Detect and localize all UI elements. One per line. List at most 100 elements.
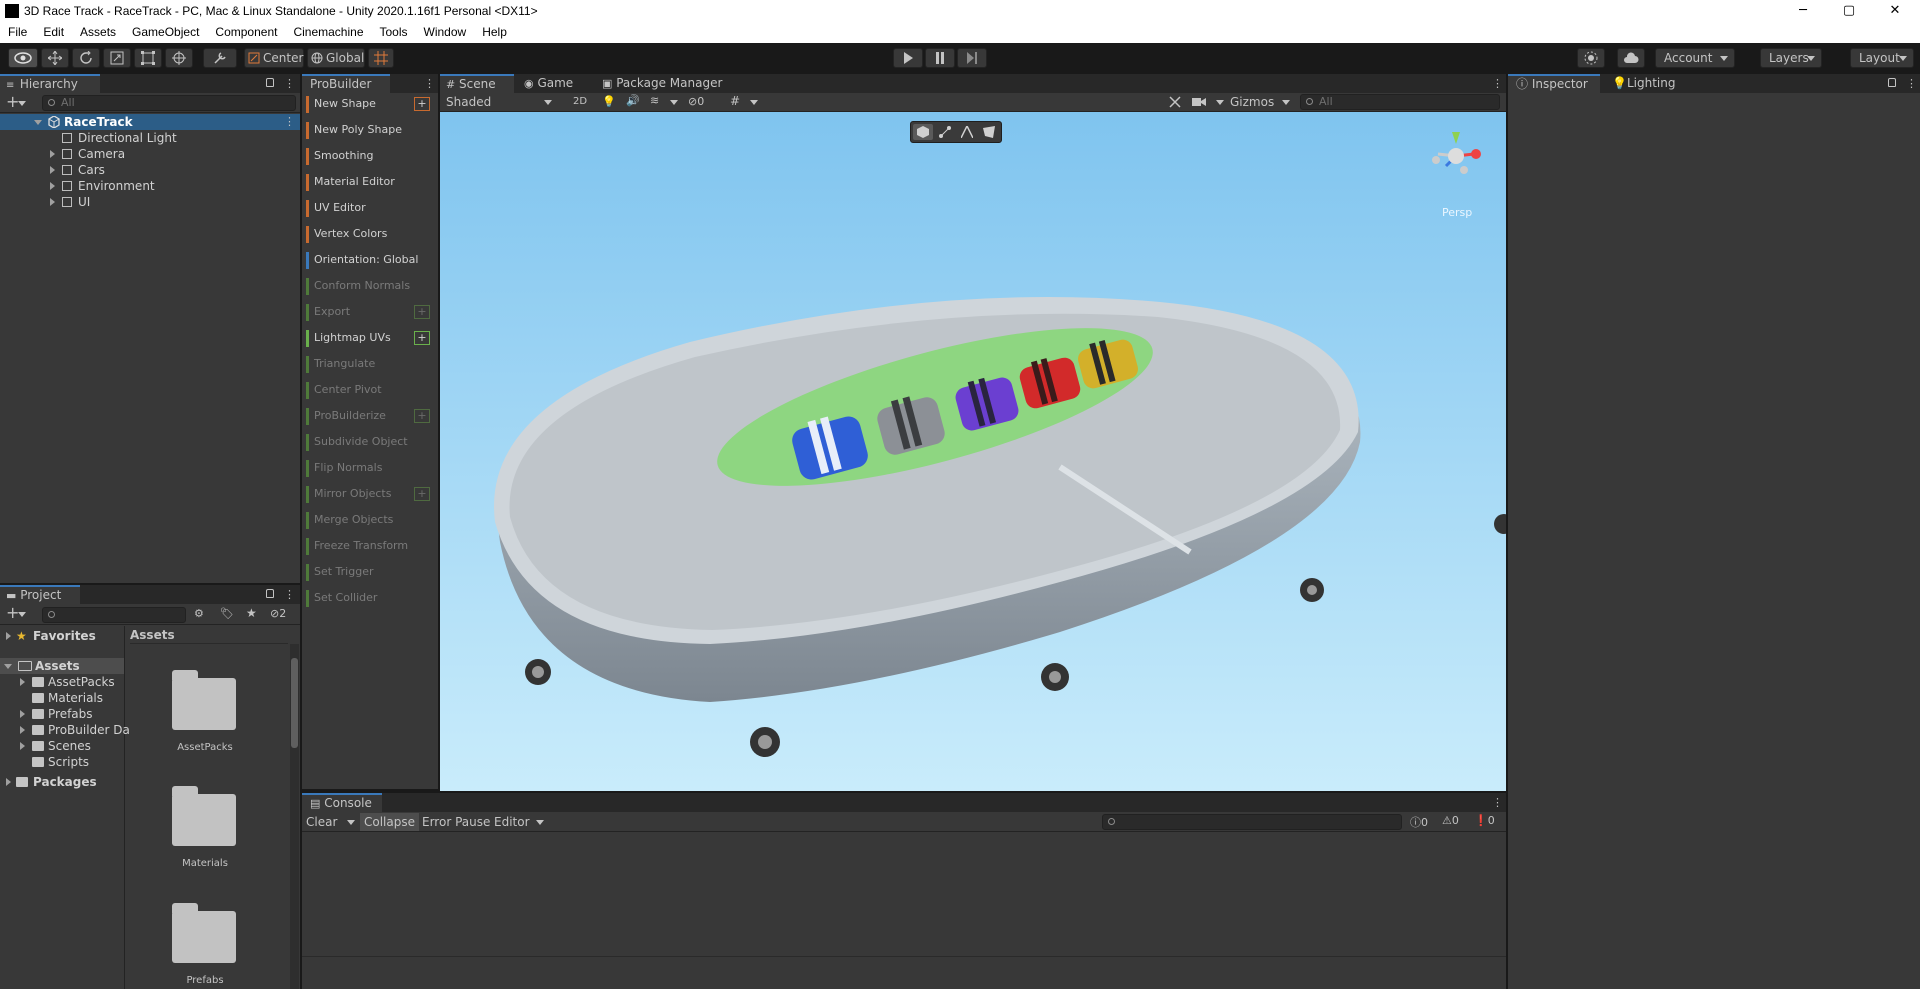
move-tool-button[interactable] xyxy=(41,48,69,68)
search-by-label-icon[interactable]: 🏷 xyxy=(220,607,234,620)
expand-arrow-icon[interactable] xyxy=(6,632,11,640)
kebab-menu-icon[interactable]: ⋮ xyxy=(1492,77,1503,90)
scrollbar-thumb[interactable] xyxy=(291,658,298,748)
probuilder-tool[interactable]: New Shape + xyxy=(306,94,436,114)
kebab-menu-icon[interactable]: ⋮ xyxy=(284,115,295,128)
chevron-down-icon[interactable] xyxy=(18,101,26,106)
object-mode-button[interactable] xyxy=(913,124,933,140)
expand-arrow-icon[interactable] xyxy=(50,166,55,174)
probuilder-tool[interactable]: Vertex Colors xyxy=(306,224,436,244)
kebab-menu-icon[interactable]: ⋮ xyxy=(1492,796,1503,809)
transform-tool-button[interactable] xyxy=(165,48,193,68)
probuilder-tool[interactable]: Conform Normals xyxy=(306,276,436,296)
probuilder-tool[interactable]: Mirror Objects + xyxy=(306,484,436,504)
custom-tool-button[interactable] xyxy=(203,48,237,68)
probuilder-tool[interactable]: Merge Objects xyxy=(306,510,436,530)
chevron-down-icon[interactable] xyxy=(347,820,355,825)
shading-mode-dropdown[interactable]: Shaded xyxy=(442,94,558,110)
tree-row-packages[interactable]: Packages xyxy=(0,774,124,790)
menu-edit[interactable]: Edit xyxy=(35,22,72,39)
search-by-type-icon[interactable]: ⚙ xyxy=(194,607,204,620)
play-button[interactable] xyxy=(893,48,923,68)
camera-dropdown[interactable] xyxy=(1192,94,1224,110)
tool-options-button[interactable]: + xyxy=(414,487,430,501)
probuilder-tool[interactable]: UV Editor xyxy=(306,198,436,218)
tree-row[interactable]: UI xyxy=(0,194,300,210)
asset-folder-icon[interactable] xyxy=(172,670,236,730)
tab-inspector[interactable]: ⓘ Inspector xyxy=(1508,74,1600,93)
probuilder-tool[interactable]: Smoothing xyxy=(306,146,436,166)
editor-dropdown[interactable]: Editor xyxy=(494,814,544,830)
console-search-input[interactable] xyxy=(1102,814,1402,830)
warning-count-toggle[interactable]: ⚠0 xyxy=(1442,814,1459,827)
tree-row-asset-folder[interactable]: Scenes xyxy=(0,738,124,754)
tree-row-scene[interactable]: RaceTrack ⋮ xyxy=(0,114,300,130)
probuilder-tool[interactable]: Set Collider xyxy=(306,588,436,608)
view-tool-button[interactable] xyxy=(8,48,38,68)
layout-dropdown[interactable]: Layout xyxy=(1850,48,1914,68)
probuilder-tool[interactable]: ProBuilderize + xyxy=(306,406,436,426)
2d-toggle-button[interactable]: 2D xyxy=(568,94,592,110)
asset-folder-icon[interactable] xyxy=(172,903,236,963)
menu-assets[interactable]: Assets xyxy=(72,22,124,39)
expand-arrow-icon[interactable] xyxy=(4,664,12,669)
pivot-rotation-button[interactable]: Global xyxy=(307,48,365,68)
grid-dropdown[interactable]: # xyxy=(730,94,758,110)
expand-arrow-icon[interactable] xyxy=(34,120,42,125)
expand-arrow-icon[interactable] xyxy=(20,678,25,686)
close-button[interactable]: ✕ xyxy=(1872,0,1918,22)
audio-toggle-icon[interactable]: 🔊 xyxy=(626,94,640,108)
effects-dropdown[interactable]: ≋ xyxy=(650,94,678,110)
menu-tools[interactable]: Tools xyxy=(372,22,416,39)
layers-dropdown[interactable]: Layers xyxy=(1760,48,1822,68)
face-mode-button[interactable] xyxy=(979,124,999,140)
cloud-button[interactable] xyxy=(1617,48,1645,68)
probuilder-tool[interactable]: Material Editor xyxy=(306,172,436,192)
breadcrumb[interactable]: Assets xyxy=(130,626,288,644)
lock-icon[interactable] xyxy=(266,589,274,598)
expand-arrow-icon[interactable] xyxy=(20,742,25,750)
tab-scene[interactable]: # Scene xyxy=(440,74,514,93)
tree-row[interactable]: Camera xyxy=(0,146,300,162)
tab-console[interactable]: ▤ Console xyxy=(302,793,382,812)
tool-options-button[interactable]: + xyxy=(414,409,430,423)
probuilder-tool[interactable]: Set Trigger xyxy=(306,562,436,582)
probuilder-tool[interactable]: Export + xyxy=(306,302,436,322)
tree-row[interactable]: Environment xyxy=(0,178,300,194)
edge-mode-button[interactable] xyxy=(957,124,977,140)
scrollbar[interactable] xyxy=(290,644,299,989)
error-pause-toggle[interactable]: Error Pause xyxy=(422,814,490,830)
tree-row-asset-folder[interactable]: Prefabs xyxy=(0,706,124,722)
maximize-button[interactable]: ▢ xyxy=(1826,0,1872,22)
menu-component[interactable]: Component xyxy=(207,22,285,39)
probuilder-tool[interactable]: Lightmap UVs + xyxy=(306,328,436,348)
tab-game[interactable]: ◉ Game xyxy=(518,74,588,93)
menu-cinemachine[interactable]: Cinemachine xyxy=(285,22,371,39)
lock-icon[interactable] xyxy=(1888,78,1896,87)
expand-arrow-icon[interactable] xyxy=(50,198,55,206)
hidden-objects-toggle[interactable]: ⊘0 xyxy=(688,94,718,110)
collapse-toggle[interactable]: Collapse xyxy=(360,813,419,831)
kebab-menu-icon[interactable]: ⋮ xyxy=(284,77,295,90)
tree-row-asset-folder[interactable]: Materials xyxy=(0,690,124,706)
tool-options-button[interactable]: + xyxy=(414,305,430,319)
tool-options-button[interactable]: + xyxy=(414,331,430,345)
probuilder-tool[interactable]: Orientation: Global xyxy=(306,250,436,270)
probuilder-tool[interactable]: Triangulate xyxy=(306,354,436,374)
probuilder-tool[interactable]: Flip Normals xyxy=(306,458,436,478)
expand-arrow-icon[interactable] xyxy=(20,710,25,718)
tab-lighting[interactable]: 💡Lighting xyxy=(1604,74,1686,93)
kebab-menu-icon[interactable]: ⋮ xyxy=(424,77,435,90)
tree-row[interactable]: Directional Light xyxy=(0,130,300,146)
step-button[interactable] xyxy=(957,48,987,68)
probuilder-tool[interactable]: Freeze Transform xyxy=(306,536,436,556)
account-dropdown[interactable]: Account xyxy=(1655,48,1735,68)
tree-row-assets[interactable]: Assets xyxy=(0,658,124,674)
hidden-packages-toggle[interactable]: ⊘2 xyxy=(270,607,286,620)
kebab-menu-icon[interactable]: ⋮ xyxy=(284,588,295,601)
grid-snap-button[interactable] xyxy=(368,48,394,68)
orientation-gizmo[interactable] xyxy=(1424,130,1488,200)
collab-button[interactable] xyxy=(1577,48,1605,68)
tab-probuilder[interactable]: ProBuilder xyxy=(302,74,390,93)
tab-project[interactable]: ▬ Project xyxy=(0,585,80,604)
